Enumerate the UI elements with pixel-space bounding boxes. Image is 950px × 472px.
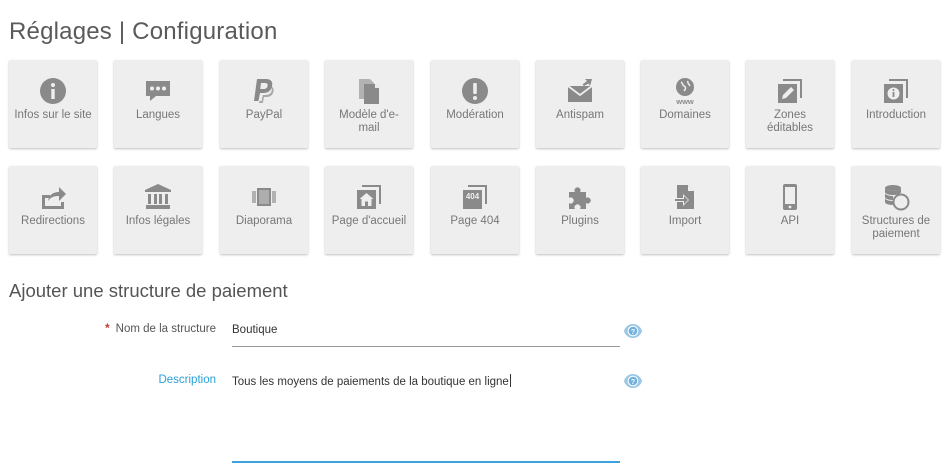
- tile-langues[interactable]: Langues: [114, 60, 202, 148]
- exclamation-icon: [460, 76, 490, 106]
- tile-page-accueil[interactable]: Page d'accueil: [325, 166, 413, 254]
- home-stack-icon: [354, 182, 384, 212]
- tile-label: Langues: [135, 109, 181, 121]
- tile-moderation[interactable]: Modération: [431, 60, 519, 148]
- tile-modele-email[interactable]: Modèle d'e-mail: [325, 60, 413, 148]
- page-title: Réglages | Configuration: [9, 18, 278, 45]
- tile-label: Antispam: [556, 109, 604, 121]
- tile-label: Infos légales: [125, 215, 191, 227]
- coins-icon: [881, 182, 911, 212]
- required-mark: *: [105, 323, 110, 335]
- text-caret: [509, 374, 511, 387]
- import-icon: [670, 182, 700, 212]
- tile-import[interactable]: Import: [641, 166, 729, 254]
- tile-infos-site[interactable]: Infos sur le site: [9, 60, 97, 148]
- tile-label: Diaporama: [235, 215, 293, 227]
- tile-infos-legales[interactable]: Infos légales: [114, 166, 202, 254]
- tile-diaporama[interactable]: Diaporama: [220, 166, 308, 254]
- tile-label: Infos sur le site: [14, 109, 92, 121]
- description-textarea[interactable]: Tous les moyens de paiements de la bouti…: [232, 374, 511, 388]
- form-title: Ajouter une structure de paiement: [9, 280, 288, 301]
- tile-label: Domaines: [659, 109, 711, 121]
- tile-structures-paiement[interactable]: Structures de paiement: [852, 166, 940, 254]
- svg-text:www: www: [675, 97, 694, 105]
- info-stack-icon: [881, 76, 911, 106]
- documents-icon: [354, 76, 384, 106]
- svg-text:?: ?: [631, 379, 635, 386]
- svg-text:404: 404: [466, 192, 480, 201]
- name-help-icon[interactable]: ?: [623, 321, 643, 341]
- name-input-underline: [232, 346, 620, 347]
- tile-paypal[interactable]: PayPal: [220, 60, 308, 148]
- phone-icon: [775, 182, 805, 212]
- name-input[interactable]: Boutique: [232, 324, 277, 336]
- tile-antispam[interactable]: Antispam: [536, 60, 624, 148]
- tile-redirections[interactable]: Redirections: [9, 166, 97, 254]
- tile-domaines[interactable]: www Domaines: [641, 60, 729, 148]
- tile-label: Modèle d'e-mail: [339, 109, 399, 134]
- page-404-icon: 404: [460, 182, 490, 212]
- tile-label: Page 404: [450, 215, 500, 227]
- bank-icon: [143, 182, 173, 212]
- share-arrow-icon: [38, 182, 68, 212]
- tile-plugins[interactable]: Plugins: [536, 166, 624, 254]
- envelope-icon: [565, 76, 595, 106]
- tile-label: Modération: [446, 109, 504, 121]
- tile-zones-editables[interactable]: Zones éditables: [746, 60, 834, 148]
- description-label[interactable]: Description: [16, 374, 216, 386]
- globe-www-icon: www: [670, 76, 700, 106]
- tile-page-404[interactable]: 404 Page 404: [431, 166, 519, 254]
- tile-label: Redirections: [21, 215, 85, 227]
- edit-square-icon: [775, 76, 805, 106]
- tile-label: API: [780, 215, 800, 227]
- description-help-icon[interactable]: ?: [623, 371, 643, 391]
- tile-label: Zones éditables: [766, 109, 814, 134]
- info-icon: [38, 76, 68, 106]
- tile-label: Page d'accueil: [331, 215, 407, 227]
- description-textarea-underline: [232, 461, 620, 463]
- chat-icon: [143, 76, 173, 106]
- tile-introduction[interactable]: Introduction: [852, 60, 940, 148]
- tile-label: PayPal: [245, 109, 283, 121]
- svg-text:?: ?: [631, 329, 635, 336]
- paypal-icon: [249, 76, 279, 106]
- tile-api[interactable]: API: [746, 166, 834, 254]
- slideshow-icon: [249, 182, 279, 212]
- name-label: * Nom de la structure: [105, 323, 216, 335]
- tile-label: Plugins: [561, 215, 599, 227]
- tile-label: Structures de paiement: [861, 215, 931, 240]
- tile-label: Introduction: [865, 109, 927, 121]
- tile-label: Import: [668, 215, 702, 227]
- puzzle-icon: [565, 182, 595, 212]
